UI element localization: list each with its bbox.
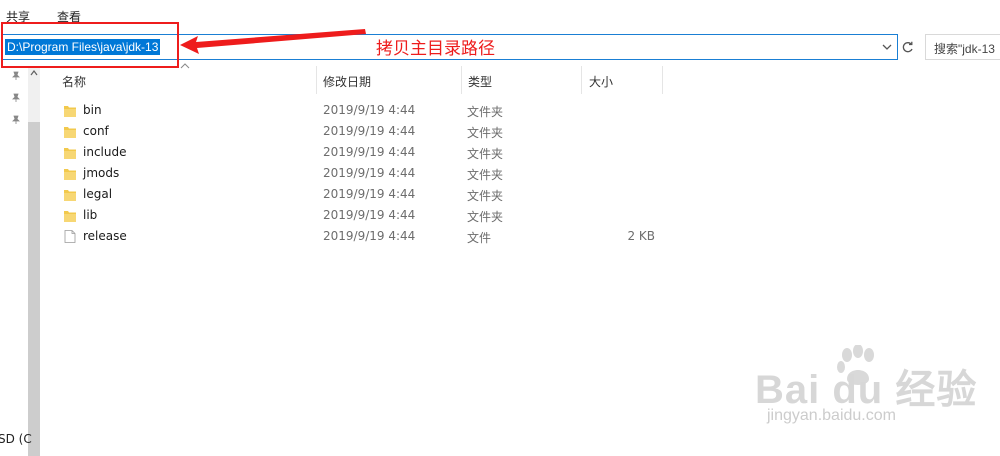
watermark-url: jingyan.baidu.com xyxy=(767,407,896,424)
watermark-logo: Bai du 经验 jingyan.baidu.com xyxy=(755,345,995,435)
annotation-text: 拷贝主目录路径 xyxy=(376,39,495,59)
